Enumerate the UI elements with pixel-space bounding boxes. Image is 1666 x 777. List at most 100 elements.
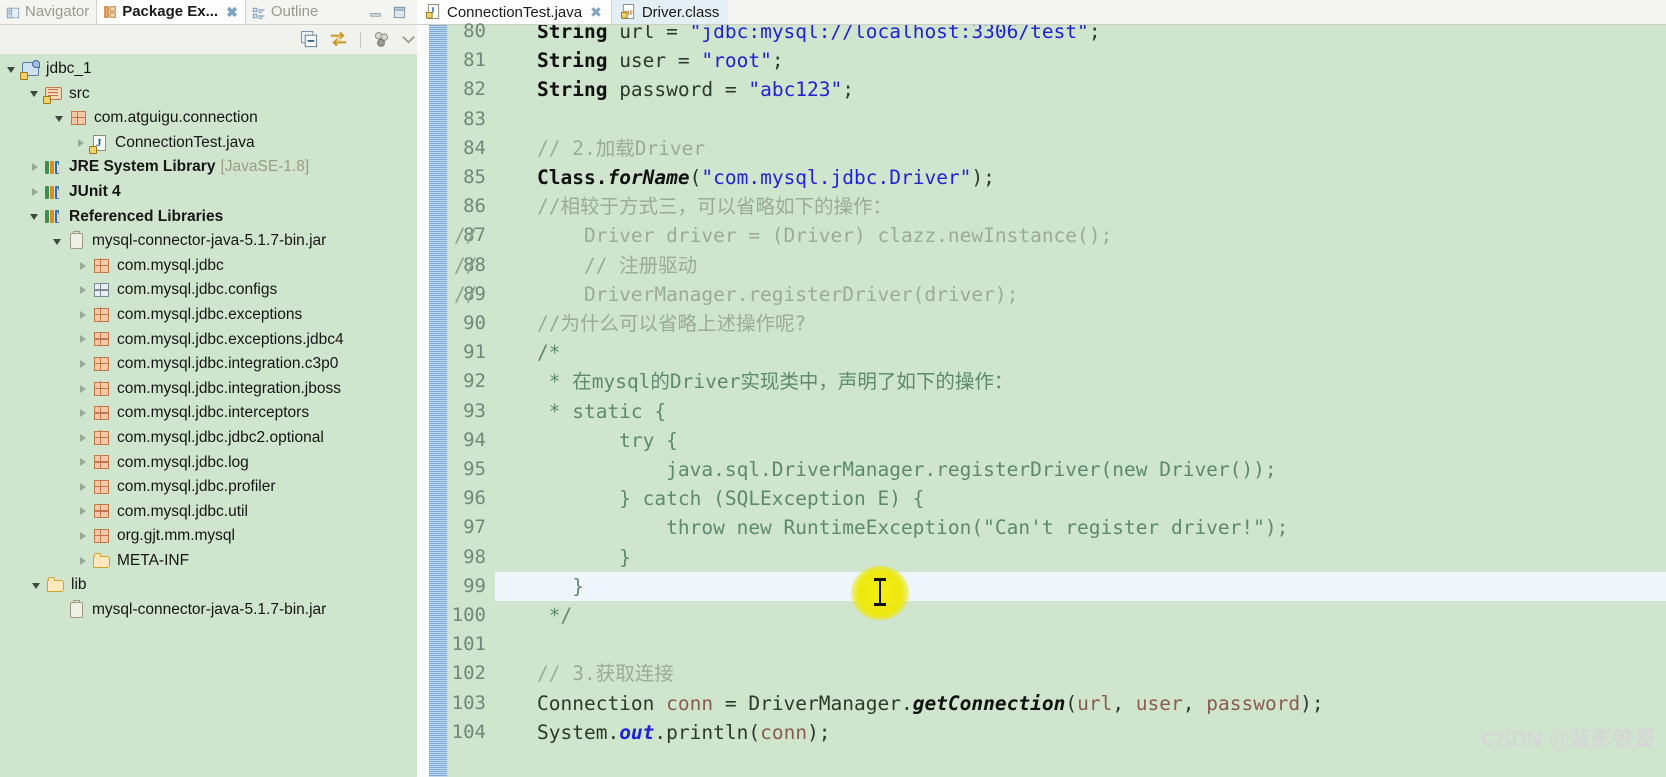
collapse-all-icon[interactable] xyxy=(300,30,319,49)
expand-arrow-open-icon[interactable] xyxy=(6,63,19,76)
tree-item[interactable]: com.mysql.jdbc.exceptions.jdbc4 xyxy=(0,328,417,353)
tree-item[interactable]: com.mysql.jdbc.configs xyxy=(0,278,417,303)
code-token: } catch (SQLException E) { xyxy=(537,487,925,511)
code-line[interactable]: Driver driver = (Driver) clazz.newInstan… xyxy=(495,221,1666,250)
tree-item[interactable]: META-INF xyxy=(0,549,417,574)
code-line[interactable]: Connection conn = DriverManager.getConne… xyxy=(495,689,1666,718)
tree-item-label: com.mysql.jdbc xyxy=(117,256,224,274)
minimize-icon[interactable] xyxy=(368,5,383,20)
expand-arrow-closed-icon[interactable] xyxy=(77,481,90,494)
expand-arrow-open-icon[interactable] xyxy=(29,210,42,223)
code-line[interactable]: */ xyxy=(495,601,1666,630)
tree-item[interactable]: JRE System Library [JavaSE-1.8] xyxy=(0,155,417,180)
expand-arrow-closed-icon[interactable] xyxy=(77,555,90,568)
expand-arrow-open-icon[interactable] xyxy=(54,112,67,125)
editor-tab-connectiontest[interactable]: J ConnectionTest.java ✖ xyxy=(417,0,612,24)
expand-arrow-closed-icon[interactable] xyxy=(29,161,42,174)
expand-arrow-closed-icon[interactable] xyxy=(77,284,90,297)
expand-arrow-open-icon[interactable] xyxy=(31,579,44,592)
code-line[interactable]: throw new RuntimeException("Can't regist… xyxy=(495,513,1666,542)
maximize-icon[interactable] xyxy=(392,5,407,20)
tree-item[interactable]: lib xyxy=(0,573,417,598)
tree-item[interactable]: src xyxy=(0,82,417,107)
tree-item[interactable]: org.gjt.mm.mysql xyxy=(0,524,417,549)
tree-item[interactable]: mysql-connector-java-5.1.7-bin.jar xyxy=(0,598,417,623)
tree-item[interactable]: com.mysql.jdbc.jdbc2.optional xyxy=(0,426,417,451)
tree-item[interactable]: com.mysql.jdbc.exceptions xyxy=(0,303,417,328)
tree-item[interactable]: com.mysql.jdbc xyxy=(0,254,417,279)
editor-tab-driver-class[interactable]: 010 Driver.class xyxy=(611,0,729,24)
code-line[interactable]: * 在mysql的Driver实现类中，声明了如下的操作： xyxy=(495,367,1666,396)
expand-arrow-closed-icon[interactable] xyxy=(77,260,90,273)
chevron-down-icon[interactable] xyxy=(400,31,417,48)
tree-item[interactable]: com.mysql.jdbc.log xyxy=(0,451,417,476)
code-token: ; xyxy=(1088,25,1101,43)
tree-item[interactable]: Referenced Libraries xyxy=(0,205,417,230)
tree-item[interactable]: com.mysql.jdbc.interceptors xyxy=(0,401,417,426)
code-line[interactable]: //相较于方式三，可以省略如下的操作： xyxy=(495,192,1666,221)
folding-ruler[interactable] xyxy=(429,25,448,777)
project-tree[interactable]: jdbc_1src com.atguigu.connection Connectio… xyxy=(0,54,417,777)
code-line[interactable] xyxy=(495,630,1666,659)
code-line[interactable]: // 2.加载Driver xyxy=(495,134,1666,163)
code-line[interactable]: // 3.获取连接 xyxy=(495,659,1666,688)
code-line[interactable]: } xyxy=(495,572,1666,601)
expand-arrow-closed-icon[interactable] xyxy=(77,456,90,469)
tree-item[interactable]: jdbc_1 xyxy=(0,57,417,82)
expand-arrow-closed-icon[interactable] xyxy=(77,309,90,322)
package-explorer-panel: Navigator Package Ex... ✖ Outline jdbc_1… xyxy=(0,0,417,777)
view-menu-icon[interactable] xyxy=(372,30,391,49)
tree-item[interactable]: com.mysql.jdbc.profiler xyxy=(0,475,417,500)
code-line[interactable]: /* xyxy=(495,338,1666,367)
code-token: ( xyxy=(1065,691,1078,715)
code-line[interactable]: java.sql.DriverManager.registerDriver(ne… xyxy=(495,455,1666,484)
expand-arrow-closed-icon[interactable] xyxy=(77,383,90,396)
expand-arrow-closed-icon[interactable] xyxy=(77,358,90,371)
expand-arrow-closed-icon[interactable] xyxy=(77,530,90,543)
code-line[interactable]: // 注册驱动 xyxy=(495,251,1666,280)
tab-package-explorer[interactable]: Package Ex... ✖ xyxy=(96,0,246,24)
code-token: // 3.获取连接 xyxy=(537,662,674,686)
tab-outline[interactable]: Outline xyxy=(246,1,326,24)
code-token: user xyxy=(1135,691,1183,715)
expand-arrow-open-icon[interactable] xyxy=(52,235,65,248)
tree-item[interactable]: com.mysql.jdbc.integration.c3p0 xyxy=(0,352,417,377)
tree-item-label: JUnit 4 xyxy=(69,182,121,200)
code-token: out xyxy=(619,720,655,744)
source-code-text[interactable]: String url = "jdbc:mysql://localhost:330… xyxy=(495,25,1666,777)
link-with-editor-icon[interactable] xyxy=(328,30,349,49)
code-line[interactable]: Class.forName("com.mysql.jdbc.Driver"); xyxy=(495,163,1666,192)
expand-arrow-closed-icon[interactable] xyxy=(75,137,88,150)
expand-arrow-closed-icon[interactable] xyxy=(77,407,90,420)
tree-item-label: com.atguigu.connection xyxy=(94,109,258,127)
tree-item-label: META-INF xyxy=(117,551,190,569)
tree-item[interactable]: mysql-connector-java-5.1.7-bin.jar xyxy=(0,229,417,254)
expand-arrow-closed-icon[interactable] xyxy=(77,333,90,346)
code-line[interactable]: try { xyxy=(495,426,1666,455)
code-line[interactable]: String user = "root"; xyxy=(495,46,1666,75)
view-tab-bar: Navigator Package Ex... ✖ Outline xyxy=(0,0,417,25)
code-line[interactable]: * static { xyxy=(495,397,1666,426)
code-line[interactable]: //为什么可以省略上述操作呢? xyxy=(495,309,1666,338)
expand-arrow-open-icon[interactable] xyxy=(29,87,42,100)
code-line[interactable]: String password = "abc123"; xyxy=(495,75,1666,104)
tree-item[interactable]: com.mysql.jdbc.util xyxy=(0,500,417,525)
code-line[interactable]: } xyxy=(495,543,1666,572)
tree-item[interactable]: com.mysql.jdbc.integration.jboss xyxy=(0,377,417,402)
tree-item[interactable]: JUnit 4 xyxy=(0,180,417,205)
tab-package-explorer-close-icon[interactable]: ✖ xyxy=(226,4,238,21)
package-empty-icon xyxy=(92,282,112,299)
code-token: ); xyxy=(971,166,995,189)
expand-arrow-closed-icon[interactable] xyxy=(29,186,42,199)
code-line[interactable]: String url = "jdbc:mysql://localhost:330… xyxy=(495,25,1666,46)
tab-navigator[interactable]: Navigator xyxy=(0,1,96,24)
tree-item[interactable]: ConnectionTest.java xyxy=(0,131,417,156)
java-project-icon xyxy=(20,59,41,80)
expand-arrow-closed-icon[interactable] xyxy=(77,505,90,518)
expand-arrow-closed-icon[interactable] xyxy=(77,432,90,445)
code-line[interactable]: } catch (SQLException E) { xyxy=(495,484,1666,513)
tree-item[interactable]: com.atguigu.connection xyxy=(0,106,417,131)
code-line[interactable]: DriverManager.registerDriver(driver); xyxy=(495,280,1666,309)
code-line[interactable] xyxy=(495,105,1666,134)
editor-tab-connectiontest-close-icon[interactable]: ✖ xyxy=(590,4,602,21)
